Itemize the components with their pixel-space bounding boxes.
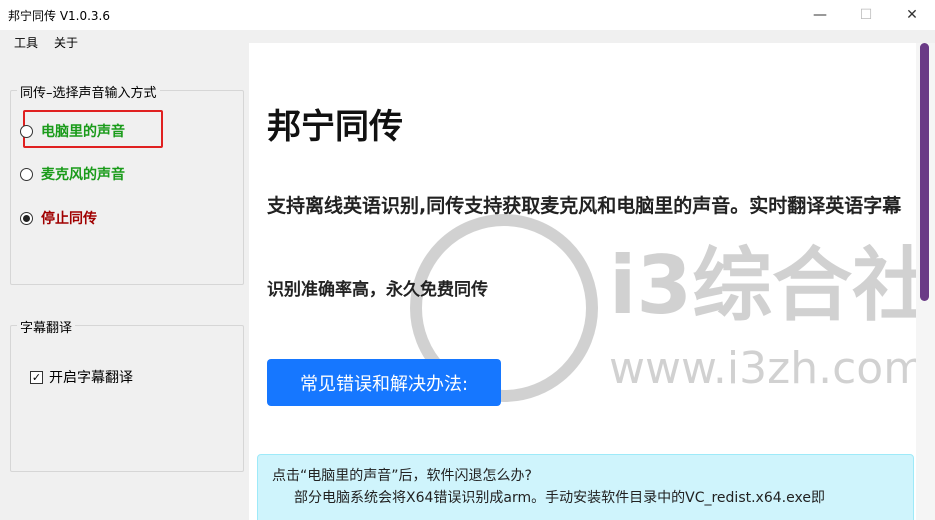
radio-computer-sound[interactable]: 电脑里的声音 [20,121,125,141]
radio-label-stop: 停止同传 [41,211,97,227]
window-controls: — ☐ ✕ [797,0,935,30]
menu-item-about[interactable]: 关于 [46,32,86,53]
watermark-url: www.i3zh.com [609,343,926,394]
page-title: 邦宁同传 [267,107,403,147]
radio-circle-selected[interactable] [20,211,33,225]
subtitle-checkbox-label: 开启字幕翻译 [49,370,133,386]
faq-button[interactable]: 常见错误和解决办法: [267,359,501,406]
radio-circle[interactable] [20,167,33,181]
subtitle-group: 字幕翻译 [10,317,244,472]
subtitle-checkbox[interactable]: ✓ [30,370,43,384]
minimize-button[interactable]: — [797,0,843,30]
watermark-text: i3综合社区 [609,239,935,332]
input-source-legend: 同传–选择声音输入方式 [17,82,160,101]
maximize-button[interactable]: ☐ [843,0,889,30]
description: 支持离线英语识别,同传支持获取麦克风和电脑里的声音。实时翻译英语字幕 [267,195,902,217]
radio-label-computer: 电脑里的声音 [41,124,125,140]
radio-stop[interactable]: 停止同传 [20,208,97,228]
alert-question: 点击“电脑里的声音”后，软件闪退怎么办? [272,468,532,484]
scrollbar-thumb[interactable] [920,43,929,301]
menu-item-tools[interactable]: 工具 [6,32,46,53]
alert-answer: 部分电脑系统会将X64错误识别成arm。手动安装软件目录中的VC_redist.… [294,490,825,506]
title-bar: 邦宁同传 V1.0.3.6 — ☐ ✕ [0,0,935,30]
radio-microphone-sound[interactable]: 麦克风的声音 [20,164,125,184]
faq-alert: 点击“电脑里的声音”后，软件闪退怎么办? 部分电脑系统会将X64错误识别成arm… [257,454,914,520]
window-title: 邦宁同传 V1.0.3.6 [8,8,111,23]
close-button[interactable]: ✕ [889,0,935,30]
radio-circle[interactable] [20,124,33,138]
subtitle-checkbox-row[interactable]: ✓ 开启字幕翻译 [30,367,133,387]
subdescription: 识别准确率高，永久免费同传 [267,280,488,300]
radio-label-microphone: 麦克风的声音 [41,167,125,183]
subtitle-legend: 字幕翻译 [17,317,76,336]
main-content: i3综合社区 www.i3zh.com 邦宁同传 支持离线英语识别,同传支持获取… [249,43,935,520]
vertical-scrollbar[interactable] [916,43,935,520]
